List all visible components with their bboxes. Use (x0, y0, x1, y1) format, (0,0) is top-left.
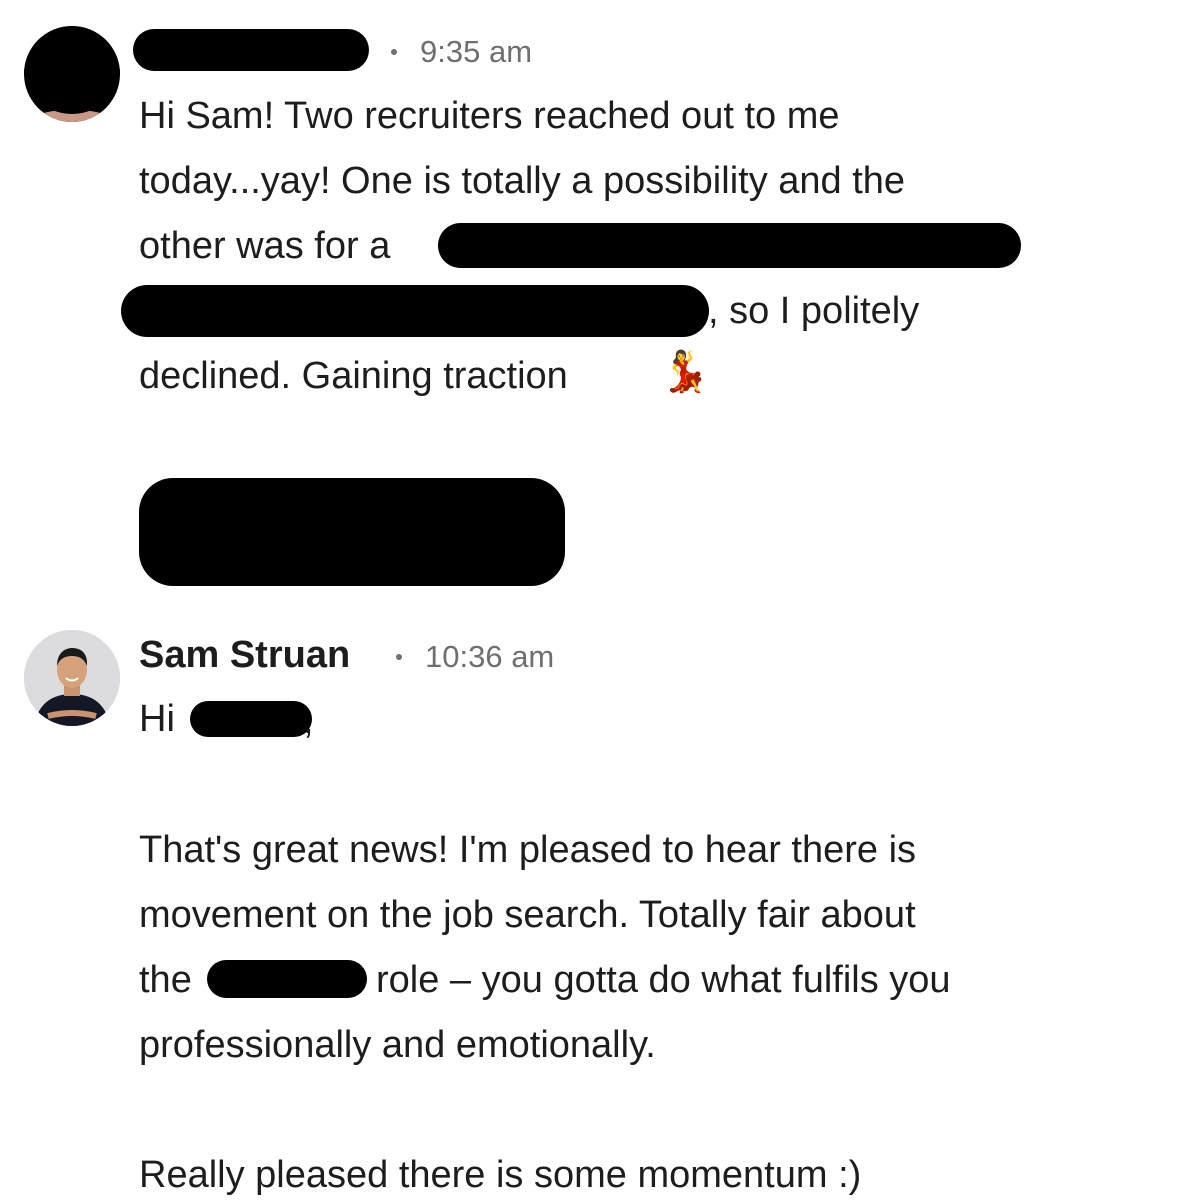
message-text-line: role – you gotta do what fulfils you (376, 959, 951, 1001)
redacted-recipient-name (190, 701, 312, 737)
message-timestamp: 10:36 am (425, 639, 555, 674)
message-text-line: , so I politely (708, 290, 920, 332)
separator-dot (391, 49, 397, 55)
message-text-line: Hi Sam! Two recruiters reached out to me (139, 95, 840, 137)
message-text-line: declined. Gaining traction (139, 355, 568, 397)
sender-avatar[interactable] (24, 630, 120, 726)
person-photo-icon (24, 630, 120, 726)
sender-name[interactable]: Sam Struan (139, 634, 350, 677)
redacted-text (121, 285, 709, 337)
separator-dot (396, 654, 402, 660)
message-text-line: other was for a (139, 225, 391, 267)
message-text-line: the (139, 959, 192, 1001)
message-text-line: Really pleased there is some momentum :) (139, 1154, 862, 1196)
redacted-text (207, 960, 367, 998)
message-timestamp: 9:35 am (420, 34, 533, 69)
message-text-line: movement on the job search. Totally fair… (139, 894, 916, 936)
message-text-line: today...yay! One is totally a possibilit… (139, 160, 906, 202)
redacted-signature (139, 478, 565, 586)
greeting-comma: , (303, 700, 314, 742)
dancer-emoji: 💃 (660, 349, 710, 395)
redacted-text (438, 223, 1021, 268)
sender-avatar[interactable] (24, 26, 120, 122)
message-text-line: professionally and emotionally. (139, 1024, 656, 1066)
greeting-text: Hi (139, 698, 175, 740)
redacted-sender-name[interactable] (133, 29, 369, 71)
avatar-redaction (24, 26, 120, 114)
message-text-line: That's great news! I'm pleased to hear t… (139, 829, 917, 871)
